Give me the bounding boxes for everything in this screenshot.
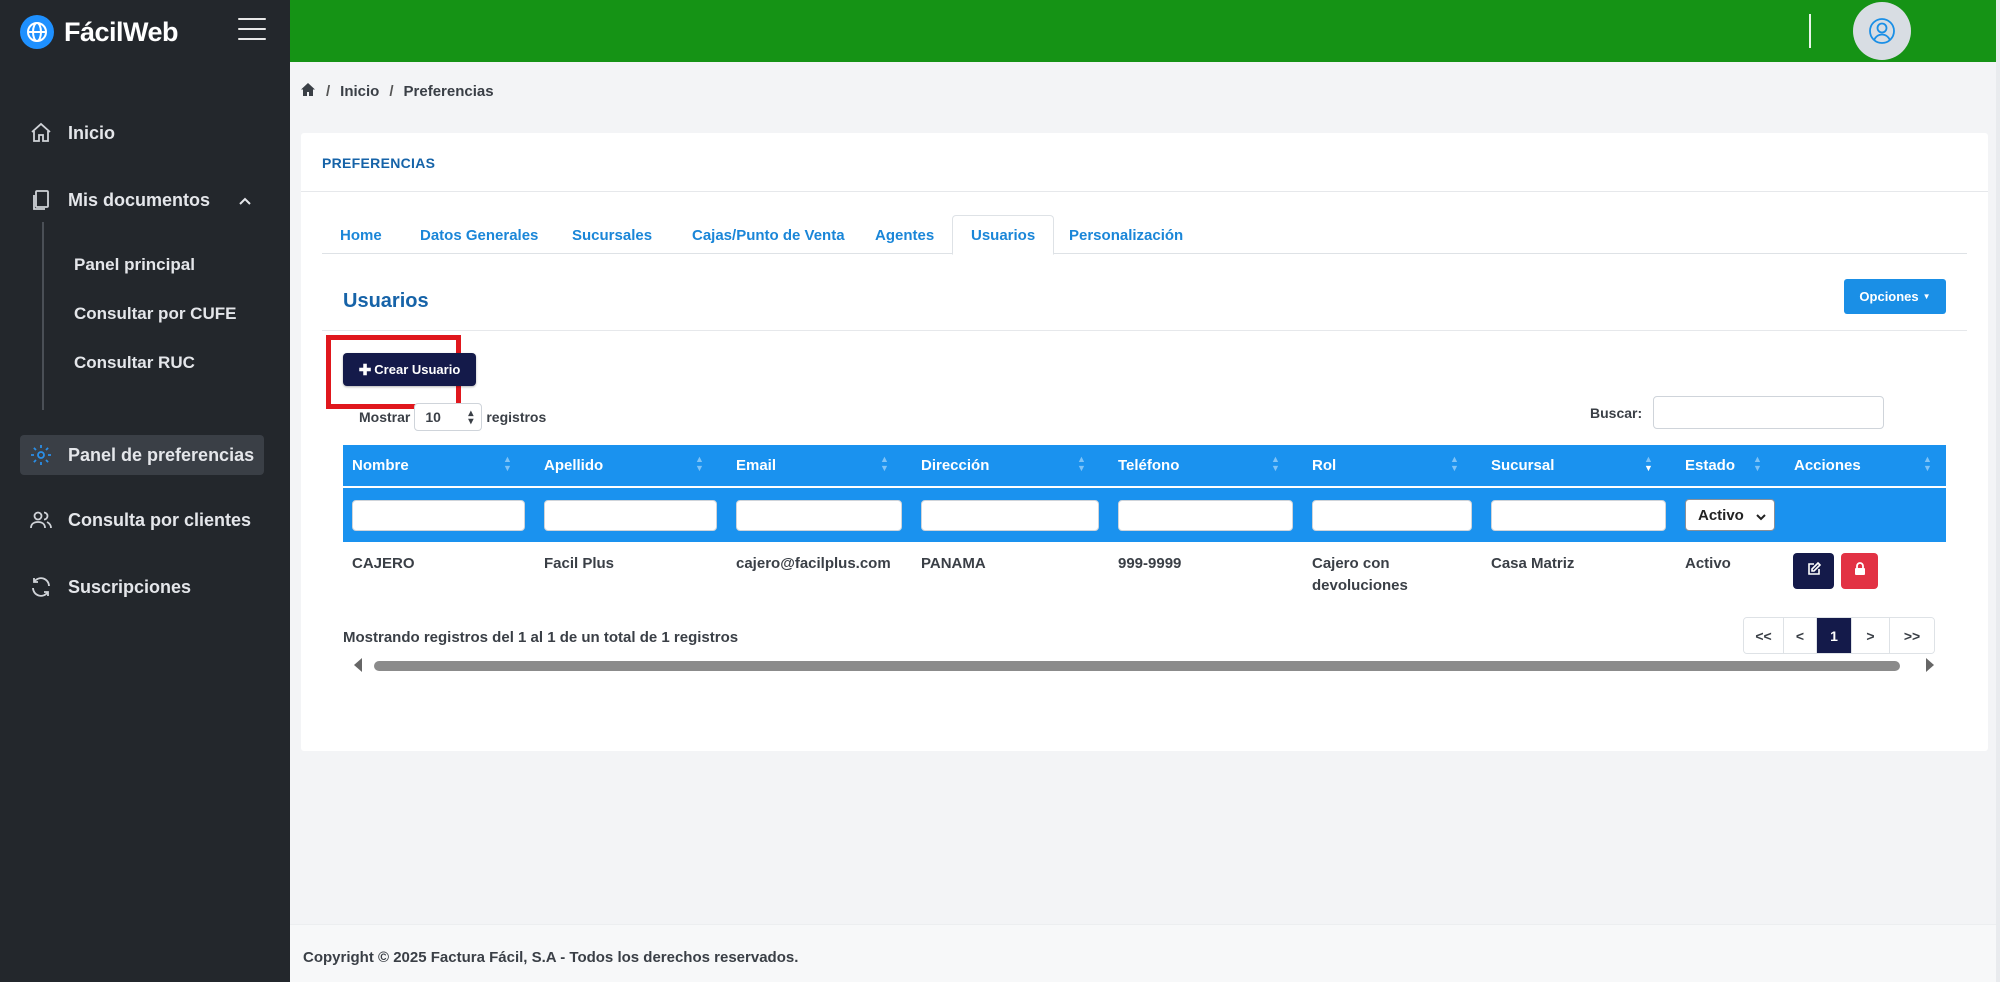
menu-toggle-icon[interactable]	[238, 18, 266, 40]
sort-icon: ▲ ▼	[1923, 454, 1932, 473]
scroll-left-arrow[interactable]	[354, 658, 362, 672]
sidebar-subitem-consultar-ruc[interactable]: Consultar RUC	[74, 353, 195, 373]
topbar	[290, 0, 1996, 62]
pagination: << < 1 > >>	[1743, 617, 1935, 654]
sort-desc-icon: ▲ ▼	[1644, 454, 1653, 473]
sidebar-subitem-panel-principal[interactable]: Panel principal	[74, 255, 195, 275]
sidebar-subitem-consultar-cufe[interactable]: Consultar por CUFE	[74, 304, 236, 324]
brand-name: FácilWeb	[64, 16, 179, 47]
home-icon	[28, 120, 54, 146]
footer: Copyright © 2025 Factura Fácil, S.A - To…	[290, 924, 1996, 982]
page-current[interactable]: 1	[1817, 618, 1852, 653]
tree-line	[42, 222, 44, 410]
page-length-select[interactable]: 10 ▴ ▾	[414, 403, 483, 431]
cell-sucursal: Casa Matriz	[1491, 555, 1575, 572]
sidebar-item-label: Panel de preferencias	[68, 444, 255, 465]
breadcrumb-current: Preferencias	[403, 83, 494, 100]
section-title: Usuarios	[343, 290, 429, 312]
filter-apellido-input[interactable]	[544, 500, 717, 531]
page-next[interactable]: >	[1852, 618, 1890, 653]
documents-icon	[28, 187, 54, 213]
filter-sucursal-input[interactable]	[1491, 500, 1666, 531]
chevron-up-icon[interactable]	[238, 192, 252, 213]
cell-email: cajero@facilplus.com	[736, 555, 891, 572]
filter-direccion-input[interactable]	[921, 500, 1099, 531]
filter-telefono-input[interactable]	[1118, 500, 1293, 531]
filter-estado-select[interactable]: Activo	[1685, 499, 1775, 531]
globe-logo-icon	[20, 15, 54, 49]
cell-telefono: 999-9999	[1118, 555, 1182, 572]
sidebar-item-label: Consulta por clientes	[68, 509, 252, 530]
refresh-icon	[28, 574, 54, 600]
sidebar-item-label: Inicio	[68, 122, 116, 143]
edit-button[interactable]	[1793, 553, 1834, 589]
filter-email-input[interactable]	[736, 500, 902, 531]
users-icon	[28, 507, 54, 533]
sidebar-item-panel-preferencias[interactable]: Panel de preferencias	[20, 435, 264, 475]
lock-button[interactable]	[1841, 553, 1878, 589]
tab-sucursales[interactable]: Sucursales	[554, 215, 670, 255]
filter-row: Activo	[343, 488, 1946, 542]
card-title: PREFERENCIAS	[322, 155, 436, 171]
lock-icon	[1853, 561, 1867, 581]
tab-home[interactable]: Home	[322, 215, 400, 255]
select-arrows-icon: ▴ ▾	[468, 408, 474, 427]
tab-agentes[interactable]: Agentes	[857, 215, 952, 255]
sort-icon: ▲ ▼	[1450, 454, 1459, 473]
search-input[interactable]	[1653, 396, 1884, 429]
sidebar-item-mis-documentos[interactable]: Mis documentos	[20, 180, 264, 220]
create-user-button[interactable]: ✚ Crear Usuario	[343, 353, 476, 386]
col-estado[interactable]: Estado	[1676, 445, 1785, 486]
scroll-right-arrow[interactable]	[1926, 658, 1934, 672]
col-acciones[interactable]: Acciones	[1785, 445, 1946, 486]
page-last[interactable]: >>	[1890, 618, 1934, 653]
cell-estado: Activo	[1685, 555, 1731, 572]
preferences-card: PREFERENCIAS Home Datos Generales Sucurs…	[301, 133, 1988, 751]
sort-icon: ▲ ▼	[695, 454, 704, 473]
tab-datos-generales[interactable]: Datos Generales	[402, 215, 556, 255]
breadcrumb-inicio[interactable]: Inicio	[340, 83, 379, 100]
sort-icon: ▲ ▼	[880, 454, 889, 473]
breadcrumb: / Inicio / Preferencias	[300, 82, 494, 101]
edit-icon	[1806, 561, 1822, 582]
sort-icon: ▲ ▼	[1077, 454, 1086, 473]
sort-icon: ▲ ▼	[503, 454, 512, 473]
cell-apellido: Facil Plus	[544, 555, 615, 572]
copyright-text: Copyright © 2025 Factura Fácil, S.A - To…	[303, 949, 799, 966]
cell-nombre: CAJERO	[352, 555, 415, 572]
page-length-control: Mostrar 10 ▴ ▾ registros	[359, 403, 546, 431]
tab-usuarios[interactable]: Usuarios	[952, 215, 1055, 255]
table-header: Nombre ▲ ▼ Apellido ▲ ▼ Email ▲ ▼ Dirección…	[343, 445, 1946, 486]
topbar-divider	[1809, 14, 1811, 48]
sidebar-item-consulta-clientes[interactable]: Consulta por clientes	[20, 500, 264, 540]
sort-icon: ▲ ▼	[1271, 454, 1280, 473]
plus-icon: ✚	[358, 361, 372, 379]
tabs: Home Datos Generales Sucursales Cajas/Pu…	[322, 215, 1967, 255]
cell-direccion: PANAMA	[921, 555, 986, 572]
sidebar-item-suscripciones[interactable]: Suscripciones	[20, 567, 264, 607]
sidebar: FácilWeb Inicio Mis documentos Panel pri…	[0, 0, 290, 982]
sort-icon: ▲ ▼	[1753, 454, 1762, 473]
sidebar-item-inicio[interactable]: Inicio	[20, 113, 264, 153]
page-prev[interactable]: <	[1784, 618, 1817, 653]
page-first[interactable]: <<	[1744, 618, 1784, 653]
gear-icon	[28, 442, 54, 468]
filter-nombre-input[interactable]	[352, 500, 525, 531]
user-avatar-icon[interactable]	[1853, 2, 1911, 60]
tab-personalizacion[interactable]: Personalización	[1051, 215, 1201, 255]
filter-rol-input[interactable]	[1312, 500, 1472, 531]
options-button[interactable]: Opciones ▼	[1844, 279, 1946, 314]
cell-rol: Cajero con devoluciones	[1312, 555, 1408, 594]
search-label: Buscar:	[1590, 405, 1643, 421]
brand[interactable]: FácilWeb	[20, 14, 179, 50]
horizontal-scrollbar[interactable]	[374, 661, 1900, 671]
sidebar-item-label: Mis documentos	[68, 189, 211, 210]
tab-cajas-punto-venta[interactable]: Cajas/Punto de Venta	[674, 215, 863, 255]
chevron-down-icon	[1756, 509, 1766, 526]
caret-down-icon: ▼	[1922, 292, 1931, 301]
home-breadcrumb-icon[interactable]	[300, 82, 316, 101]
table-info: Mostrando registros del 1 al 1 de un tot…	[343, 629, 739, 646]
sidebar-item-label: Suscripciones	[68, 576, 192, 597]
